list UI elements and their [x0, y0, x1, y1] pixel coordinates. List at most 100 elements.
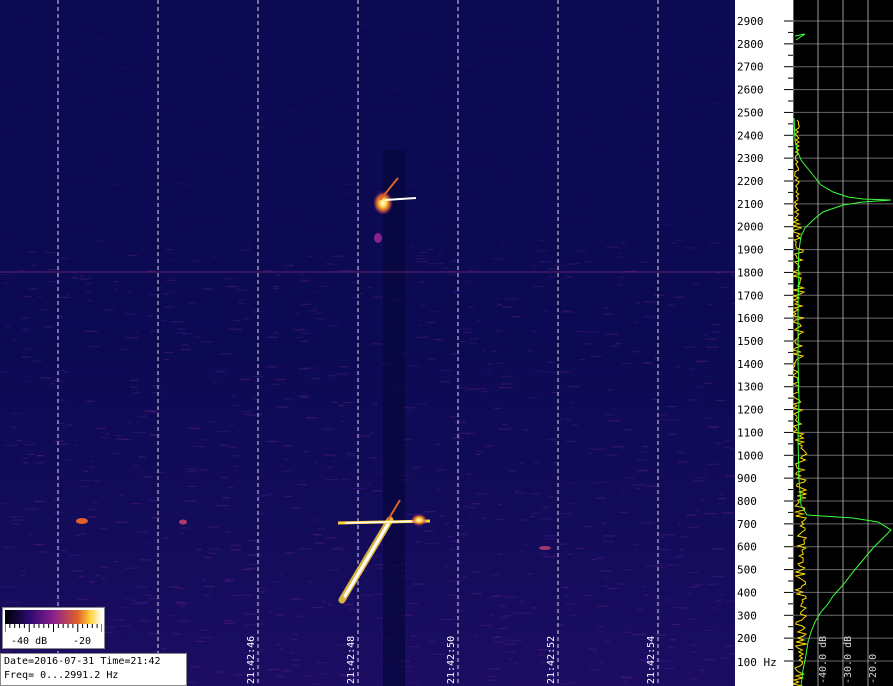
freq-tick: 1400 — [737, 358, 764, 371]
noise-speck — [694, 98, 701, 100]
freq-tick: 2800 — [737, 38, 764, 51]
freq-tick: 1300 — [737, 381, 764, 394]
time-tick: 21:42:50 — [446, 636, 457, 684]
noise-speck — [101, 159, 105, 161]
noise-speck — [478, 106, 484, 108]
freq-tick: 2100 — [737, 198, 764, 211]
color-scale-ticks — [5, 624, 102, 632]
noise-speck — [344, 183, 353, 185]
spectrum-spike — [794, 33, 806, 41]
noise-speck — [697, 209, 702, 211]
noise-speck — [179, 183, 189, 185]
legend-min-label: -40 dB — [11, 636, 48, 647]
noise-speck — [543, 20, 551, 22]
legend-max-label: -20 — [73, 636, 92, 647]
waterfall-svg: 44 21:42:46 21:42:48 21:42:50 21:42:52 2… — [0, 0, 743, 686]
noise-speck — [75, 176, 84, 178]
noise-speck — [20, 109, 25, 111]
noise-speck — [194, 120, 198, 122]
noise-speck — [503, 175, 510, 177]
noise-speck — [449, 25, 455, 27]
noise-speck — [159, 202, 167, 204]
noise-speck — [153, 56, 158, 58]
noise-speck — [691, 117, 699, 119]
signal-blob-upper — [373, 191, 393, 215]
noise-speck — [689, 62, 693, 64]
spectrum-tick-30: -30.0 dB — [843, 636, 854, 684]
spectrogram-viewer: 44 21:42:46 21:42:48 21:42:50 21:42:52 2… — [0, 0, 893, 686]
color-scale-legend: -40 dB -20 — [2, 607, 105, 649]
noise-speck — [3, 235, 12, 237]
noise-speck — [493, 28, 499, 30]
noise-speck — [81, 101, 90, 103]
freq-tick: 2500 — [737, 106, 764, 119]
noise-speck — [332, 179, 340, 181]
noise-speck — [407, 183, 415, 185]
freq-tick: 1900 — [737, 244, 764, 257]
noise-speck — [214, 60, 220, 62]
noise-speck — [359, 24, 367, 26]
noise-speck — [78, 60, 87, 62]
spectrum-trace-yellow — [791, 119, 808, 686]
noise-speck — [116, 114, 125, 116]
noise-speck — [341, 191, 349, 193]
freq-tick: 2300 — [737, 152, 764, 165]
freq-tick: 600 — [737, 541, 757, 554]
color-scale-bar — [5, 610, 102, 624]
noise-speck — [583, 112, 588, 114]
noise-speck — [173, 182, 183, 184]
signal-spot-mid — [179, 519, 187, 525]
noise-speck — [645, 145, 650, 147]
noise-speck — [390, 88, 398, 90]
time-tick: 21:42:46 — [246, 636, 257, 684]
noise-speck — [448, 83, 454, 85]
noise-speck — [349, 106, 354, 108]
noise-speck — [539, 41, 549, 43]
noise-band — [0, 240, 735, 686]
noise-speck — [163, 105, 170, 107]
freq-tick: 200 — [737, 632, 757, 645]
noise-speck — [330, 93, 336, 95]
freq-tick: 500 — [737, 564, 757, 577]
noise-speck — [466, 63, 474, 65]
noise-speck — [712, 103, 721, 105]
noise-speck — [265, 32, 271, 34]
freq-unit-label: 100 Hz — [737, 656, 777, 669]
freq-tick: 1200 — [737, 404, 764, 417]
noise-speck — [638, 114, 643, 116]
frequency-axis-svg: 2900 2800 2700 2600 2500 2400 2300 2200 2100 2000… — [737, 15, 793, 669]
waterfall-display[interactable]: 44 21:42:46 21:42:48 21:42:50 21:42:52 2… — [0, 0, 743, 686]
noise-speck — [571, 217, 577, 219]
noise-speck — [97, 38, 104, 40]
noise-speck — [298, 140, 306, 142]
noise-speck — [578, 199, 588, 201]
noise-speck — [167, 169, 177, 171]
noise-speck — [579, 133, 584, 135]
noise-speck — [223, 74, 229, 76]
noise-speck — [633, 30, 639, 32]
noise-speck — [440, 224, 447, 226]
noise-speck — [435, 159, 440, 161]
freq-tick: 900 — [737, 472, 757, 485]
noise-speck — [431, 73, 436, 75]
noise-speck — [124, 93, 134, 95]
noise-speck — [551, 97, 557, 99]
noise-speck — [184, 219, 190, 221]
noise-speck — [315, 226, 322, 228]
noise-speck — [67, 78, 76, 80]
noise-speck — [462, 194, 470, 196]
noise-speck — [228, 168, 236, 170]
freq-tick: 800 — [737, 495, 757, 508]
noise-speck — [485, 56, 493, 58]
spectrum-tick-40: -40.0 dB — [818, 636, 829, 684]
noise-speck — [439, 95, 444, 97]
noise-speck — [509, 45, 518, 47]
noise-speck — [651, 163, 661, 165]
freq-tick: 2400 — [737, 129, 764, 142]
noise-speck — [14, 22, 21, 24]
noise-speck — [405, 36, 414, 38]
freq-tick: 1500 — [737, 335, 764, 348]
noise-speck — [625, 107, 633, 109]
noise-speck — [178, 225, 183, 227]
time-tick: 21:42:54 — [646, 636, 657, 684]
